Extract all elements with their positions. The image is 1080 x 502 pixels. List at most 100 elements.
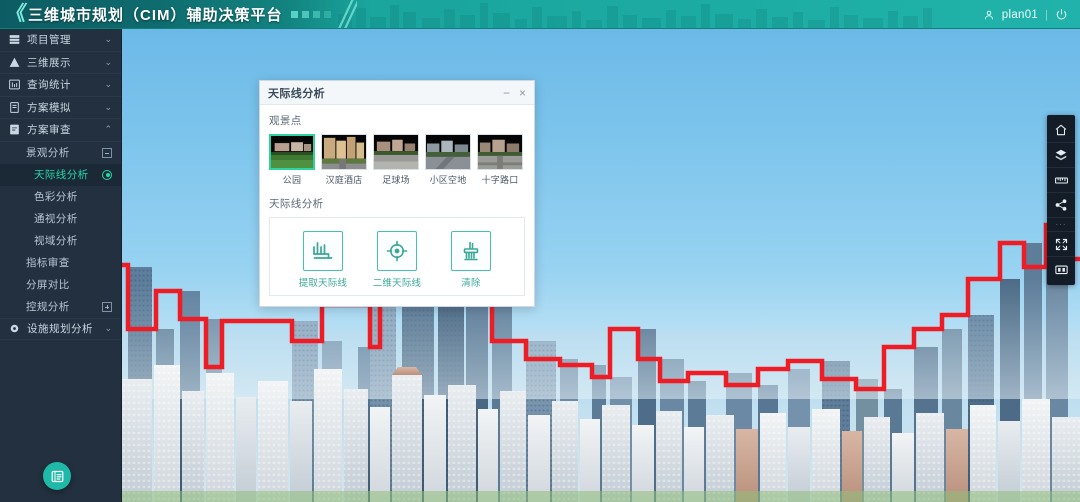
sidebar-item-split-screen-compare[interactable]: 分屏对比: [0, 274, 121, 296]
collapse-box-icon[interactable]: [102, 147, 112, 158]
viewpoint-thumb-image: [425, 134, 471, 170]
bar-chart-icon: [8, 78, 21, 91]
crosshair-target-icon: [377, 231, 417, 271]
topbar-skyline-decoration: [338, 3, 932, 28]
title-decoration-dots: [290, 10, 331, 18]
sidebar-item-label: 视域分析: [34, 235, 78, 247]
sidebar-group-label: 三维展示: [27, 56, 71, 69]
sidebar-group-label: 方案模拟: [27, 101, 71, 114]
viewpoint-thumb-label: 汉庭酒店: [325, 175, 363, 185]
sidebar-item-label: 色彩分析: [34, 191, 78, 203]
viewpoint-thumb-label: 公园: [282, 175, 302, 185]
sidebar-group-label: 查询统计: [27, 79, 71, 92]
chevron-down-icon: ⌄: [104, 323, 112, 334]
topbar-user-area: plan01 |: [983, 0, 1068, 28]
action-label: 清除: [461, 278, 481, 289]
analysis-actions-box: 提取天际线 二维天际线 清除: [269, 217, 525, 296]
viewpoint-thumb-image: [321, 134, 367, 170]
viewpoint-thumbnail-list: 公园 汉庭酒店 足球场 小区空地 十字路口: [269, 134, 525, 186]
power-icon[interactable]: [1055, 8, 1068, 21]
share-icon[interactable]: [1047, 193, 1075, 218]
pyramid-icon: [8, 56, 21, 69]
dialog-header[interactable]: 天际线分析 − ×: [260, 81, 534, 105]
facility-icon: [8, 322, 21, 335]
analysis-action-list: 提取天际线 二维天际线 清除: [275, 225, 519, 291]
sidebar-group-3d-display[interactable]: 三维展示 ⌄: [0, 52, 121, 74]
viewpoint-thumb-label: 足球场: [382, 175, 410, 185]
sidebar: 项目管理 ⌄ 三维展示 ⌄ 查询统计 ⌄ 方案模拟 ⌄ 方案审查 ⌃ 景观分析 …: [0, 29, 122, 502]
chevron-down-icon: ⌄: [104, 79, 112, 90]
document-check-icon: [8, 123, 21, 136]
dialog-body: 观景点 公园 汉庭酒店 足球场 小区空地 十字路口 天际线分析 提取天际线 二维…: [260, 105, 534, 306]
expand-box-icon[interactable]: [102, 301, 112, 312]
sidebar-item-color-analysis[interactable]: 色彩分析: [0, 186, 121, 208]
sidebar-group-facility-planning-analysis[interactable]: 设施规划分析 ⌄: [0, 317, 121, 340]
sidebar-item-regulatory-analysis[interactable]: 控规分析: [0, 296, 121, 318]
sidebar-item-landscape-analysis[interactable]: 景观分析: [0, 142, 121, 164]
application-window: 《 三维城市规划（CIM）辅助决策平台 plan01 | 项目管理 ⌄ 三维展示…: [0, 0, 1080, 502]
minimize-icon[interactable]: −: [503, 87, 510, 99]
sidebar-item-indicator-review[interactable]: 指标审查: [0, 252, 121, 274]
top-bar: 《 三维城市规划（CIM）辅助决策平台 plan01 |: [0, 0, 1080, 29]
sidebar-item-skyline-analysis[interactable]: 天际线分析: [0, 163, 121, 186]
user-icon: [983, 9, 995, 21]
sidebar-item-label: 景观分析: [26, 147, 70, 159]
action-label: 二维天际线: [372, 278, 422, 289]
database-icon: [8, 33, 21, 46]
right-toolbar: ···: [1047, 115, 1075, 285]
app-title: 三维城市规划（CIM）辅助决策平台: [28, 6, 283, 24]
sidebar-group-plan-simulation[interactable]: 方案模拟 ⌄: [0, 97, 121, 119]
viewpoint-thumb-park[interactable]: 公园: [269, 134, 315, 186]
measure-icon[interactable]: [1047, 168, 1075, 193]
chevron-down-icon: ⌄: [104, 101, 112, 112]
radio-dot-icon: [102, 169, 112, 180]
skyline-wave-icon: [303, 231, 343, 271]
map-viewport-3d-scene[interactable]: ··· 天际线分析 − × 观景点 公园 汉庭酒店 足球场 小区空地 十字路口 …: [122, 29, 1080, 502]
sidebar-group-query-statistics[interactable]: 查询统计 ⌄: [0, 74, 121, 97]
viewpoint-thumb-label: 小区空地: [429, 175, 467, 185]
sidebar-group-project-management[interactable]: 项目管理 ⌄: [0, 29, 121, 52]
close-icon[interactable]: ×: [519, 87, 526, 99]
viewpoint-thumb-image: [269, 134, 315, 170]
screenshot-icon[interactable]: [1047, 257, 1075, 282]
viewpoint-thumb-hanting-hotel[interactable]: 汉庭酒店: [321, 134, 367, 186]
sidebar-item-viewshed-analysis[interactable]: 视域分析: [0, 230, 121, 252]
sidebar-item-label: 天际线分析: [34, 169, 89, 181]
username-label: plan01: [1001, 8, 1039, 21]
extract-skyline-button[interactable]: 提取天际线: [296, 231, 350, 289]
sidebar-item-label: 通视分析: [34, 213, 78, 225]
more-dots-icon[interactable]: ···: [1047, 218, 1075, 232]
viewpoint-section-label: 观景点: [269, 115, 302, 127]
sidebar-group-label: 设施规划分析: [27, 323, 93, 336]
sidebar-item-visibility-analysis[interactable]: 通视分析: [0, 208, 121, 230]
fullscreen-icon[interactable]: [1047, 232, 1075, 257]
viewpoint-thumb-image: [373, 134, 419, 170]
title-decoration-slash-icon: [334, 0, 357, 28]
topbar-separator: |: [1045, 8, 1048, 21]
sidebar-group-label: 项目管理: [27, 34, 71, 47]
sidebar-item-label: 分屏对比: [26, 279, 70, 291]
document-icon: [8, 101, 21, 114]
sidebar-item-label: 控规分析: [26, 301, 70, 313]
viewpoint-thumb-image: [477, 134, 523, 170]
app-title-plate: 《 三维城市规划（CIM）辅助决策平台: [0, 0, 367, 28]
brush-clear-icon: [451, 231, 491, 271]
list-panel-icon[interactable]: [43, 462, 71, 490]
sidebar-group-plan-review[interactable]: 方案审查 ⌃: [0, 119, 121, 142]
sidebar-item-label: 指标审查: [26, 257, 70, 269]
clear-button[interactable]: 清除: [444, 231, 498, 289]
viewpoint-thumb-football-field[interactable]: 足球场: [373, 134, 419, 186]
viewpoint-thumb-crossroad[interactable]: 十字路口: [477, 134, 523, 186]
chevron-down-icon: ⌄: [104, 34, 112, 45]
viewpoint-thumb-community-open-space[interactable]: 小区空地: [425, 134, 471, 186]
viewpoint-thumb-label: 十字路口: [481, 175, 519, 185]
chevron-up-icon: ⌃: [104, 124, 112, 135]
title-bracket-icon: 《: [4, 3, 28, 25]
home-icon[interactable]: [1047, 118, 1075, 143]
sidebar-group-label: 方案审查: [27, 124, 71, 137]
layers-cube-icon[interactable]: [1047, 143, 1075, 168]
dialog-title: 天际线分析: [268, 87, 325, 100]
2d-skyline-button[interactable]: 二维天际线: [370, 231, 424, 289]
chevron-down-icon: ⌄: [104, 56, 112, 67]
skyline-analysis-dialog: 天际线分析 − × 观景点 公园 汉庭酒店 足球场 小区空地 十字路口 天际线分…: [259, 80, 535, 307]
